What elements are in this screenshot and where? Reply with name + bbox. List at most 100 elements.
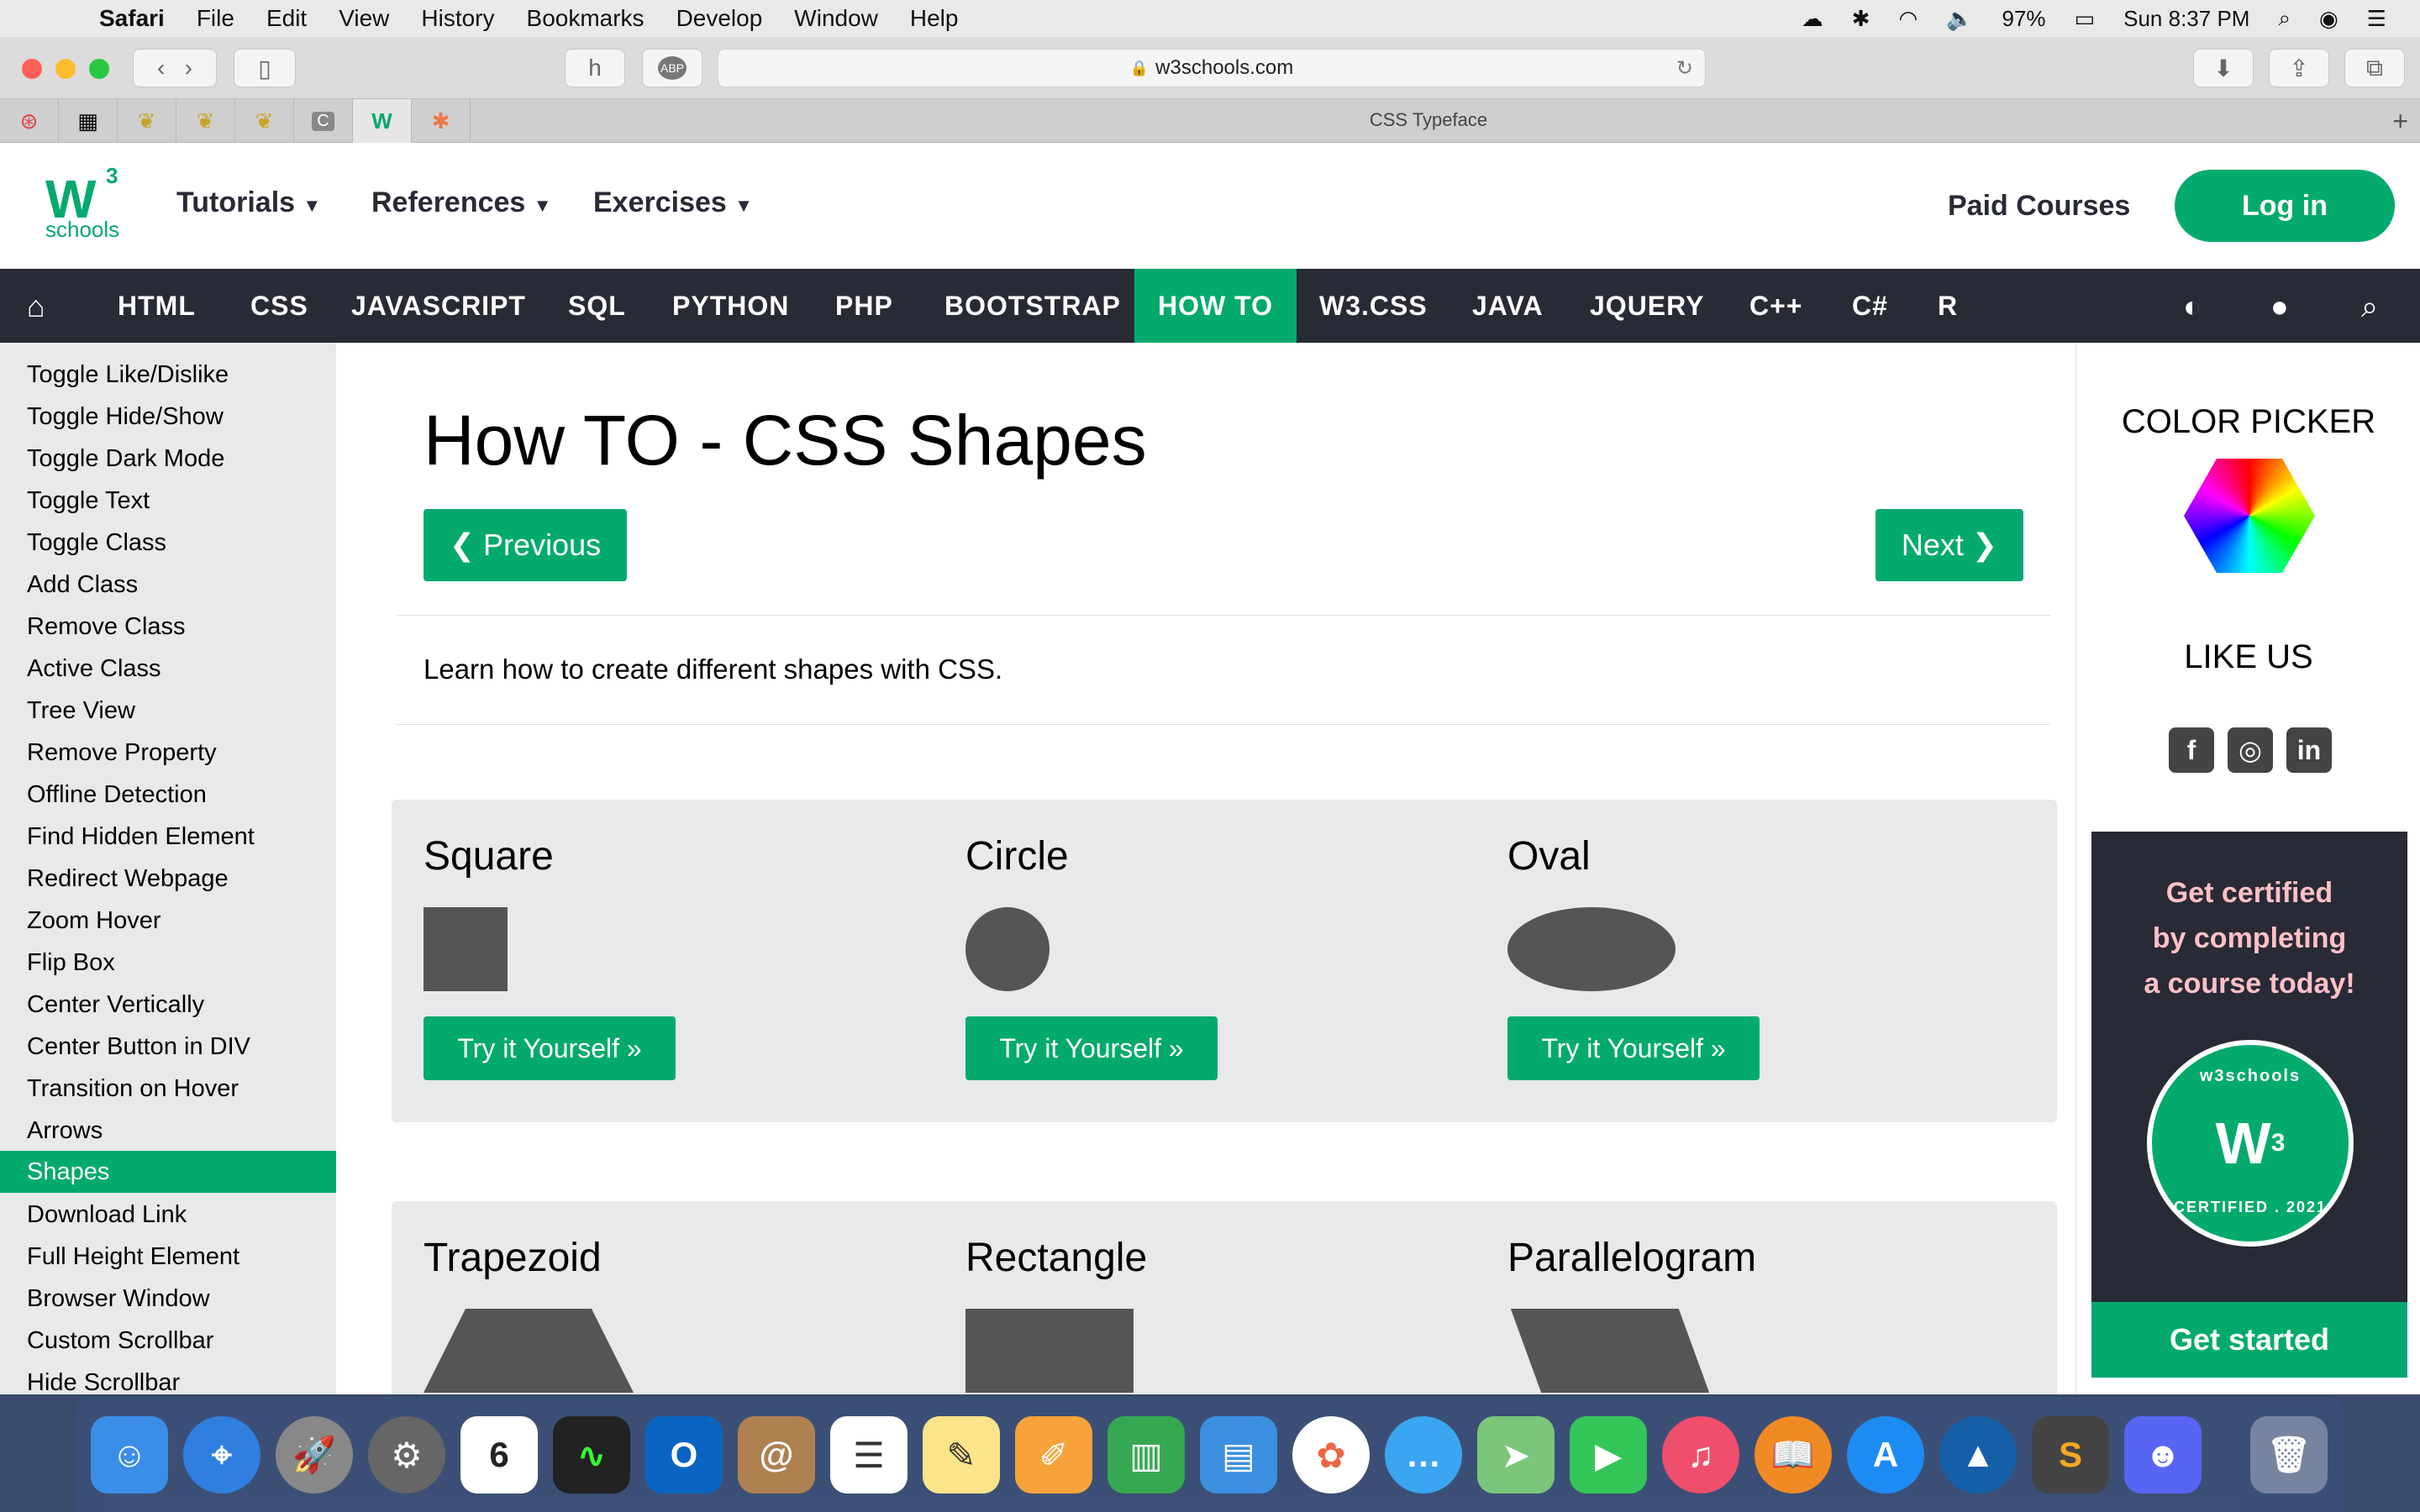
active-tab-title[interactable]: CSS Typeface xyxy=(0,109,2420,131)
messages-icon[interactable]: … xyxy=(1385,1416,1462,1494)
sidebar-link[interactable]: Add Class xyxy=(27,571,138,599)
bluetooth-icon[interactable]: ✱ xyxy=(1852,6,1870,32)
sidebar-link[interactable]: Remove Class xyxy=(27,613,186,641)
menu-develop[interactable]: Develop xyxy=(676,5,763,32)
sidebar-link[interactable]: Toggle Like/Dislike xyxy=(27,361,229,389)
nav-w3css[interactable]: W3.CSS xyxy=(1296,269,1451,343)
menu-view[interactable]: View xyxy=(339,5,389,32)
sidebar-link[interactable]: Toggle Class xyxy=(27,529,166,557)
color-picker-icon[interactable] xyxy=(2184,459,2315,573)
sidebar-link[interactable]: Flip Box xyxy=(27,949,115,977)
activity-monitor-icon[interactable]: ∿ xyxy=(553,1416,630,1494)
facebook-icon[interactable]: f xyxy=(2169,727,2214,773)
nav-jquery[interactable]: JQUERY xyxy=(1566,269,1728,343)
pages-icon[interactable]: ✐ xyxy=(1015,1416,1092,1494)
minimize-window-button[interactable] xyxy=(55,59,76,79)
safari-icon[interactable]: ⌖ xyxy=(183,1416,260,1494)
try-it-circle-button[interactable]: Try it Yourself » xyxy=(965,1016,1218,1080)
try-it-square-button[interactable]: Try it Yourself » xyxy=(424,1016,676,1080)
sidebar-link[interactable]: Toggle Dark Mode xyxy=(27,445,224,473)
previous-button[interactable]: ❮ Previous xyxy=(424,509,627,581)
menu-edit[interactable]: Edit xyxy=(266,5,307,32)
honey-extension-button[interactable]: h xyxy=(565,49,625,87)
nav-javascript[interactable]: JAVASCRIPT xyxy=(328,269,550,343)
home-icon[interactable]: ⌂ xyxy=(27,289,45,324)
back-forward-buttons[interactable]: ‹ › xyxy=(133,49,217,87)
tab-overview-button[interactable]: ⧉ xyxy=(2344,49,2405,87)
instagram-icon[interactable]: ◎ xyxy=(2228,727,2273,773)
nav-css[interactable]: CSS xyxy=(227,269,332,343)
launchpad-icon[interactable]: 🚀 xyxy=(276,1416,353,1494)
menu-exercises[interactable]: Exercises ▼ xyxy=(593,186,753,219)
sublime-text-icon[interactable]: S xyxy=(2032,1416,2109,1494)
sidebar-toggle-button[interactable]: ▯ xyxy=(234,49,296,87)
nav-sql[interactable]: SQL xyxy=(544,269,650,343)
calendar-icon[interactable]: 6 xyxy=(460,1416,538,1494)
maps-icon[interactable]: ➤ xyxy=(1477,1416,1555,1494)
sidebar-link[interactable]: Offline Detection xyxy=(27,781,207,809)
nav-php[interactable]: PHP xyxy=(812,269,917,343)
nav-how-to[interactable]: HOW TO xyxy=(1134,269,1297,343)
nav-r[interactable]: R xyxy=(1914,269,1981,343)
menu-file[interactable]: File xyxy=(197,5,234,32)
notification-center-icon[interactable]: ☰ xyxy=(2367,6,2386,32)
finder-icon[interactable]: ☺ xyxy=(91,1416,168,1494)
sidebar-link[interactable]: Tree View xyxy=(27,697,135,725)
certification-ad[interactable]: Get certified by completing a course tod… xyxy=(2091,832,2407,1378)
sidebar-link[interactable]: Redirect Webpage xyxy=(27,865,229,893)
cloud-icon[interactable]: ☁ xyxy=(1802,6,1823,32)
app-store-icon[interactable]: A xyxy=(1847,1416,1924,1494)
nav-java[interactable]: JAVA xyxy=(1449,269,1567,343)
sidebar-link[interactable]: Center Button in DIV xyxy=(27,1033,250,1061)
nav-python[interactable]: PYTHON xyxy=(649,269,813,343)
nav-csharp[interactable]: C# xyxy=(1828,269,1912,343)
sidebar-link[interactable]: Zoom Hover xyxy=(27,907,161,935)
sidebar-link[interactable]: Remove Property xyxy=(27,739,217,767)
wifi-icon[interactable]: ◠ xyxy=(1898,6,1918,32)
nav-cpp[interactable]: C++ xyxy=(1726,269,1826,343)
reload-icon[interactable]: ↻ xyxy=(1676,56,1693,81)
trash-icon[interactable]: 🗑 xyxy=(2250,1416,2328,1494)
dark-mode-icon[interactable]: ◐ xyxy=(2183,289,2202,324)
get-started-button[interactable]: Get started xyxy=(2091,1302,2407,1378)
share-button[interactable]: ⇪ xyxy=(2269,49,2329,87)
sidebar-link[interactable]: Hide Scrollbar xyxy=(27,1369,180,1394)
contacts-icon[interactable]: @ xyxy=(738,1416,815,1494)
nav-html[interactable]: HTML xyxy=(94,269,219,343)
battery-icon[interactable]: ▭ xyxy=(2075,6,2096,32)
sidebar-link[interactable]: Transition on Hover xyxy=(27,1075,239,1103)
menu-window[interactable]: Window xyxy=(794,5,878,32)
sidebar-link[interactable]: Full Height Element xyxy=(27,1243,239,1271)
menu-help[interactable]: Help xyxy=(910,5,959,32)
downloads-button[interactable]: ⬇ xyxy=(2193,49,2254,87)
next-button[interactable]: Next ❯ xyxy=(1876,509,2023,581)
sidebar-link[interactable]: Active Class xyxy=(27,655,161,683)
facetime-icon[interactable]: ▶ xyxy=(1570,1416,1647,1494)
sidebar-link[interactable]: Custom Scrollbar xyxy=(27,1327,213,1355)
sidebar-link[interactable]: Toggle Text xyxy=(27,487,150,515)
system-preferences-icon[interactable]: ⚙ xyxy=(368,1416,445,1494)
globe-icon[interactable]: ● xyxy=(2270,289,2289,324)
vpn-icon[interactable]: ▲ xyxy=(1939,1416,2017,1494)
volume-icon[interactable]: 🔈 xyxy=(1946,6,1973,32)
menu-tutorials[interactable]: Tutorials ▼ xyxy=(176,186,321,219)
clock[interactable]: Sun 8:37 PM xyxy=(2123,6,2249,32)
siri-icon[interactable]: ◉ xyxy=(2319,6,2338,32)
zoom-window-button[interactable] xyxy=(89,59,109,79)
spotlight-icon[interactable]: ⌕ xyxy=(2278,5,2291,32)
books-icon[interactable]: 📖 xyxy=(1754,1416,1832,1494)
sidebar-link[interactable]: Arrows xyxy=(27,1117,103,1145)
sidebar-link[interactable]: Browser Window xyxy=(27,1285,210,1313)
try-it-oval-button[interactable]: Try it Yourself » xyxy=(1507,1016,1760,1080)
notes-icon[interactable]: ✎ xyxy=(923,1416,1000,1494)
sidebar-link[interactable]: Center Vertically xyxy=(27,991,204,1019)
menu-safari[interactable]: Safari xyxy=(99,5,165,32)
reminders-icon[interactable]: ☰ xyxy=(830,1416,908,1494)
photos-icon[interactable]: ✿ xyxy=(1292,1416,1370,1494)
outlook-icon[interactable]: O xyxy=(645,1416,723,1494)
close-window-button[interactable] xyxy=(22,59,42,79)
music-icon[interactable]: ♫ xyxy=(1662,1416,1739,1494)
menu-references[interactable]: References ▼ xyxy=(371,186,552,219)
sidebar-link[interactable]: Download Link xyxy=(27,1201,187,1229)
forward-icon[interactable]: › xyxy=(185,55,192,81)
